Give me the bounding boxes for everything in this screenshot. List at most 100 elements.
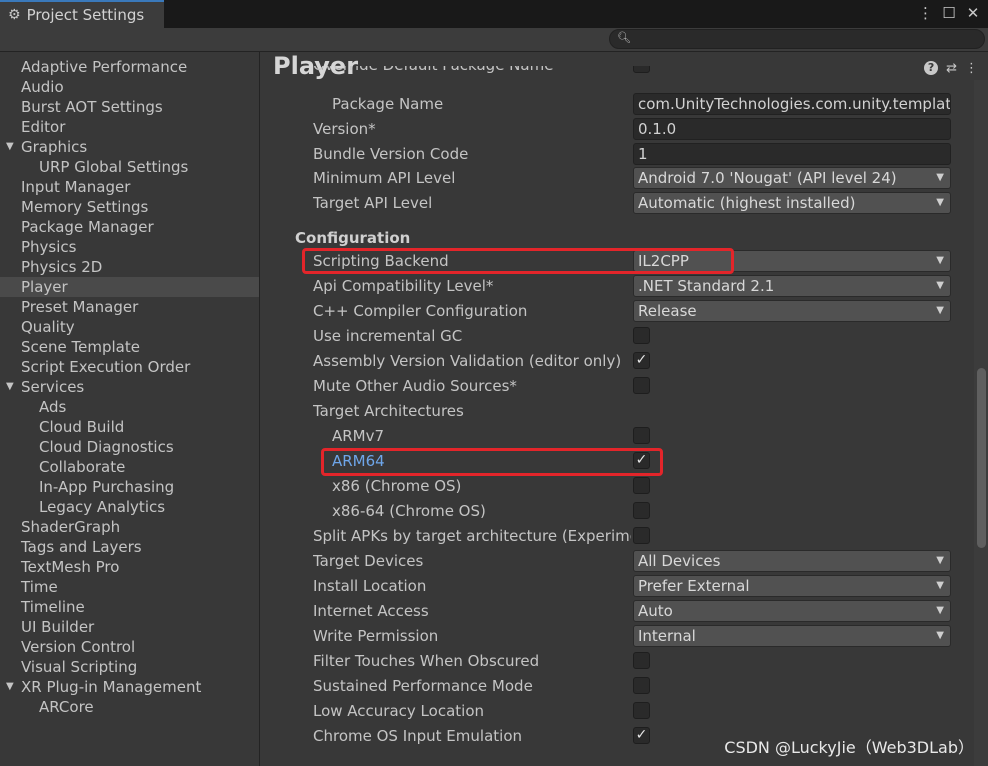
- sidebar-item-label: URP Global Settings: [39, 158, 189, 176]
- sidebar-item-editor[interactable]: Editor: [0, 117, 259, 137]
- sidebar-item-collaborate[interactable]: Collaborate: [0, 457, 259, 477]
- install-location-dropdown[interactable]: Prefer External ▼: [633, 575, 951, 597]
- sidebar-item-urp-global-settings[interactable]: URP Global Settings: [0, 157, 259, 177]
- sidebar-item-player[interactable]: Player: [0, 277, 259, 297]
- chevron-down-icon: ▼: [936, 630, 944, 641]
- setting-row-assembly-version-validation-editor-only: Assembly Version Validation (editor only…: [261, 350, 961, 372]
- sidebar-item-arcore[interactable]: ARCore: [0, 697, 259, 717]
- version-field[interactable]: 0.1.0: [633, 118, 951, 140]
- armv7-checkbox[interactable]: [633, 427, 650, 444]
- checkbox[interactable]: [633, 66, 650, 73]
- setting-row-target-devices: Target Devices All Devices ▼: [261, 550, 961, 572]
- sidebar-item-label: Version Control: [21, 638, 136, 656]
- setting-label: Use incremental GC: [313, 327, 463, 345]
- chevron-down-icon[interactable]: ▼: [6, 677, 14, 697]
- c-compiler-configuration-dropdown[interactable]: Release ▼: [633, 300, 951, 322]
- maximize-icon[interactable]: ☐: [942, 4, 956, 22]
- x86-64-chrome-os-checkbox[interactable]: [633, 502, 650, 519]
- sidebar-item-time[interactable]: Time: [0, 577, 259, 597]
- sidebar-item-visual-scripting[interactable]: Visual Scripting: [0, 657, 259, 677]
- more-options-icon[interactable]: ⋮: [918, 4, 933, 22]
- setting-label: x86 (Chrome OS): [332, 477, 462, 495]
- setting-row-version: Version* 0.1.0: [261, 118, 961, 140]
- sidebar-item-ads[interactable]: Ads: [0, 397, 259, 417]
- bundle-version-code-field[interactable]: 1: [633, 143, 951, 165]
- chevron-down-icon[interactable]: ▼: [6, 137, 14, 157]
- sidebar-item-audio[interactable]: Audio: [0, 77, 259, 97]
- sidebar-item-label: TextMesh Pro: [21, 558, 120, 576]
- player-settings-panel: Player ? ⇄ ⋮ Override Default Package Na…: [261, 52, 988, 766]
- sidebar-item-version-control[interactable]: Version Control: [0, 637, 259, 657]
- mute-other-audio-sources-checkbox[interactable]: [633, 377, 650, 394]
- chevron-down-icon[interactable]: ▼: [6, 377, 14, 397]
- sidebar-item-burst-aot-settings[interactable]: Burst AOT Settings: [0, 97, 259, 117]
- use-incremental-gc-checkbox[interactable]: [633, 327, 650, 344]
- sidebar-item-cloud-build[interactable]: Cloud Build: [0, 417, 259, 437]
- setting-label: Target Architectures: [313, 402, 464, 420]
- sidebar-item-memory-settings[interactable]: Memory Settings: [0, 197, 259, 217]
- sidebar-item-input-manager[interactable]: Input Manager: [0, 177, 259, 197]
- setting-row-x86-64-chrome-os: x86-64 (Chrome OS): [261, 500, 961, 522]
- sidebar-item-scene-template[interactable]: Scene Template: [0, 337, 259, 357]
- setting-label: Split APKs by target architecture (Exper…: [313, 527, 631, 545]
- sidebar-item-timeline[interactable]: Timeline: [0, 597, 259, 617]
- assembly-version-validation-editor-only-checkbox[interactable]: ✓: [633, 352, 650, 369]
- setting-label: Chrome OS Input Emulation: [313, 727, 522, 745]
- sidebar-item-quality[interactable]: Quality: [0, 317, 259, 337]
- sidebar-item-label: Tags and Layers: [21, 538, 142, 556]
- sidebar-item-physics-2d[interactable]: Physics 2D: [0, 257, 259, 277]
- sidebar-item-xr-plug-in-management[interactable]: ▼ XR Plug-in Management: [0, 677, 259, 697]
- sidebar-item-script-execution-order[interactable]: Script Execution Order: [0, 357, 259, 377]
- api-compatibility-level-dropdown[interactable]: .NET Standard 2.1 ▼: [633, 275, 951, 297]
- setting-row-scripting-backend: Scripting Backend IL2CPP ▼: [261, 250, 961, 272]
- scrollbar-thumb[interactable]: [977, 368, 986, 548]
- split-apks-by-target-architecture-experimen-checkbox[interactable]: [633, 527, 650, 544]
- target-devices-dropdown[interactable]: All Devices ▼: [633, 550, 951, 572]
- package-name-field[interactable]: com.UnityTechnologies.com.unity.template: [633, 93, 951, 115]
- write-permission-dropdown[interactable]: Internal ▼: [633, 625, 951, 647]
- search-input[interactable]: 🔍︎: [609, 29, 985, 49]
- dropdown-value: All Devices: [638, 552, 721, 570]
- arm64-checkbox[interactable]: ✓: [633, 452, 650, 469]
- sidebar-item-package-manager[interactable]: Package Manager: [0, 217, 259, 237]
- setting-label: Internet Access: [313, 602, 429, 620]
- x86-chrome-os-checkbox[interactable]: [633, 477, 650, 494]
- vertical-scrollbar[interactable]: [974, 80, 988, 766]
- sidebar-item-physics[interactable]: Physics: [0, 237, 259, 257]
- filter-touches-when-obscured-checkbox[interactable]: [633, 652, 650, 669]
- setting-row-use-incremental-gc: Use incremental GC: [261, 325, 961, 347]
- setting-label: Write Permission: [313, 627, 439, 645]
- sidebar-item-label: Player: [21, 278, 68, 296]
- sidebar-item-in-app-purchasing[interactable]: In-App Purchasing: [0, 477, 259, 497]
- sidebar-item-label: Cloud Build: [39, 418, 125, 436]
- sidebar-item-label: Input Manager: [21, 178, 131, 196]
- sidebar-item-preset-manager[interactable]: Preset Manager: [0, 297, 259, 317]
- chevron-down-icon: ▼: [936, 255, 944, 266]
- sidebar-item-tags-and-layers[interactable]: Tags and Layers: [0, 537, 259, 557]
- scripting-backend-dropdown[interactable]: IL2CPP ▼: [633, 250, 951, 272]
- sidebar-item-label: ARCore: [39, 698, 94, 716]
- close-icon[interactable]: ✕: [966, 4, 980, 22]
- chrome-os-input-emulation-checkbox[interactable]: ✓: [633, 727, 650, 744]
- minimum-api-level-dropdown[interactable]: Android 7.0 'Nougat' (API level 24) ▼: [633, 167, 951, 189]
- setting-row-mute-other-audio-sources: Mute Other Audio Sources*: [261, 375, 961, 397]
- sidebar-item-textmesh-pro[interactable]: TextMesh Pro: [0, 557, 259, 577]
- internet-access-dropdown[interactable]: Auto ▼: [633, 600, 951, 622]
- dropdown-value: Prefer External: [638, 577, 750, 595]
- sidebar-item-adaptive-performance[interactable]: Adaptive Performance: [0, 57, 259, 77]
- tab-project-settings[interactable]: ⚙ Project Settings: [0, 0, 164, 28]
- dropdown-value: Internal: [638, 627, 696, 645]
- sidebar-item-shadergraph[interactable]: ShaderGraph: [0, 517, 259, 537]
- target-api-level-dropdown[interactable]: Automatic (highest installed) ▼: [633, 192, 951, 214]
- more-options-icon[interactable]: ⋮: [965, 61, 978, 76]
- setting-label: Bundle Version Code: [313, 145, 469, 163]
- setting-row-filter-touches-when-obscured: Filter Touches When Obscured: [261, 650, 961, 672]
- sidebar-item-legacy-analytics[interactable]: Legacy Analytics: [0, 497, 259, 517]
- setting-label: Assembly Version Validation (editor only…: [313, 352, 622, 370]
- low-accuracy-location-checkbox[interactable]: [633, 702, 650, 719]
- sidebar-item-cloud-diagnostics[interactable]: Cloud Diagnostics: [0, 437, 259, 457]
- sidebar-item-services[interactable]: ▼ Services: [0, 377, 259, 397]
- sidebar-item-graphics[interactable]: ▼ Graphics: [0, 137, 259, 157]
- sidebar-item-ui-builder[interactable]: UI Builder: [0, 617, 259, 637]
- sustained-performance-mode-checkbox[interactable]: [633, 677, 650, 694]
